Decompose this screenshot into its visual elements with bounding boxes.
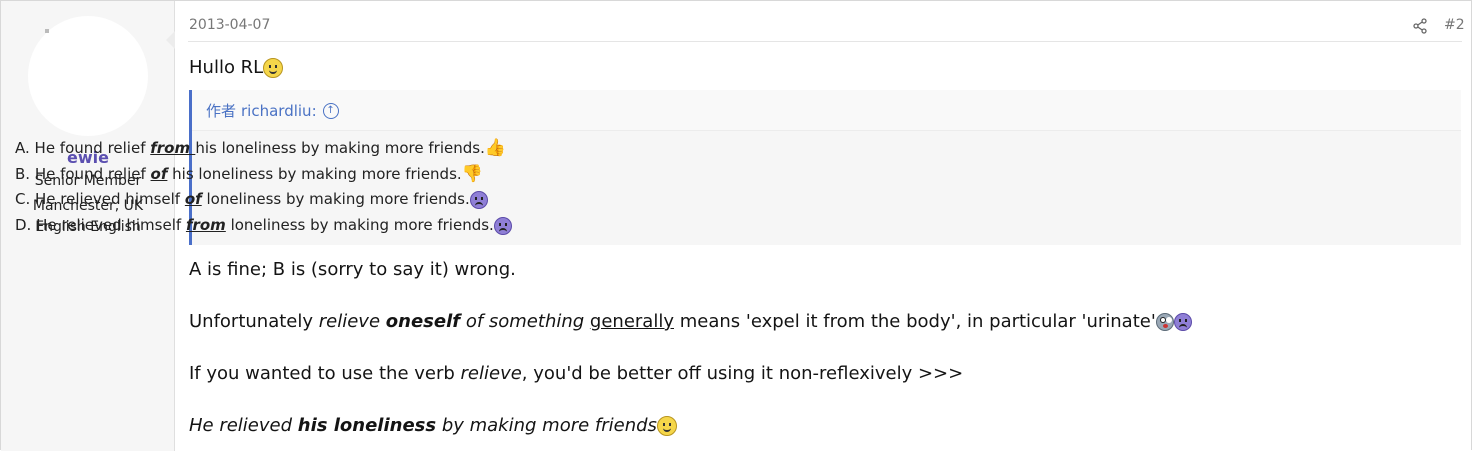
para-text: means 'expel it from the body', in parti… [674, 311, 1156, 332]
quote-line-text: A. He found relief [15, 139, 151, 157]
arrow-up-circle-icon[interactable]: ↑ [322, 102, 339, 119]
para-underline: generally [589, 311, 674, 332]
para-bold-italic: his loneliness [297, 415, 437, 436]
avatar[interactable] [28, 16, 148, 136]
para-text: Unfortunately [189, 311, 319, 332]
para-italic: He relieved [189, 415, 298, 436]
post-paragraph-2: Unfortunately relieve oneself of somethi… [189, 311, 1192, 332]
quote-line-text: loneliness by making more friends. [225, 216, 494, 234]
quote-line-c: C. He relieved himself of loneliness by … [15, 190, 488, 209]
quote-line-emphasis: of [184, 190, 202, 208]
shocked-emoji [1155, 313, 1174, 331]
header-divider [188, 41, 1462, 42]
sad-emoji [1173, 313, 1192, 331]
quote-author: richardliu: [241, 101, 317, 120]
quote-line-emphasis: of [150, 165, 168, 183]
sidebar-pointer-arrow [166, 31, 175, 49]
quote-prefix: 作者 [206, 102, 237, 120]
quote-line-text: B. He found relief [15, 165, 151, 183]
post-container: ewie Senior Member Manchester, UK Englis… [0, 0, 1472, 451]
para-italic: relieve [318, 311, 381, 332]
quote-line-emphasis: from [150, 139, 196, 157]
para-italic: by making more friends [436, 415, 657, 436]
post-paragraph-3: If you wanted to use the verb relieve, y… [189, 363, 963, 384]
post-paragraph-4: He relieved his loneliness by making mor… [189, 415, 677, 436]
quote-line-text: C. He relieved himself [15, 190, 185, 208]
quote-line-text: his loneliness by making more friends. [195, 139, 485, 157]
quote-line-text: loneliness by making more friends. [201, 190, 470, 208]
quote-author-link[interactable]: 作者 richardliu: ↑ [206, 100, 339, 121]
quote-line-emphasis: from [185, 216, 226, 234]
share-icon[interactable] [1412, 18, 1428, 34]
quote-line-b: B. He found relief of his loneliness by … [15, 165, 483, 183]
para-text: , you'd be better off using it non-refle… [521, 363, 964, 384]
greeting-text: Hullo RL [189, 57, 264, 78]
para-text: If you wanted to use the verb [189, 363, 461, 384]
post-number[interactable]: #2 [1444, 17, 1465, 33]
post-date[interactable]: 2013-04-07 [189, 17, 270, 33]
quote-line-d: D. He relieved himself from loneliness b… [15, 216, 512, 235]
para-bold-italic: oneself [385, 311, 461, 332]
thumbs-up-emoji: 👍 [484, 138, 507, 158]
para-italic: relieve [460, 363, 522, 384]
greeting-line: Hullo RL [189, 57, 284, 78]
quote-line-a: A. He found relief from his loneliness b… [15, 139, 506, 157]
quote-header: 作者 richardliu: ↑ [192, 90, 1461, 131]
sad-emoji [469, 190, 488, 209]
smile-emoji [263, 57, 284, 78]
post-paragraph-1: A is fine; B is (sorry to say it) wrong. [189, 259, 516, 280]
smile-emoji [656, 416, 677, 436]
para-italic: of something [465, 311, 585, 332]
quote-line-text: D. He relieved himself [15, 216, 186, 234]
sad-emoji [493, 216, 512, 235]
thumbs-down-emoji: 👎 [461, 164, 483, 184]
avatar-placeholder-mark [45, 29, 49, 33]
quote-line-text: his loneliness by making more friends. [167, 165, 462, 183]
